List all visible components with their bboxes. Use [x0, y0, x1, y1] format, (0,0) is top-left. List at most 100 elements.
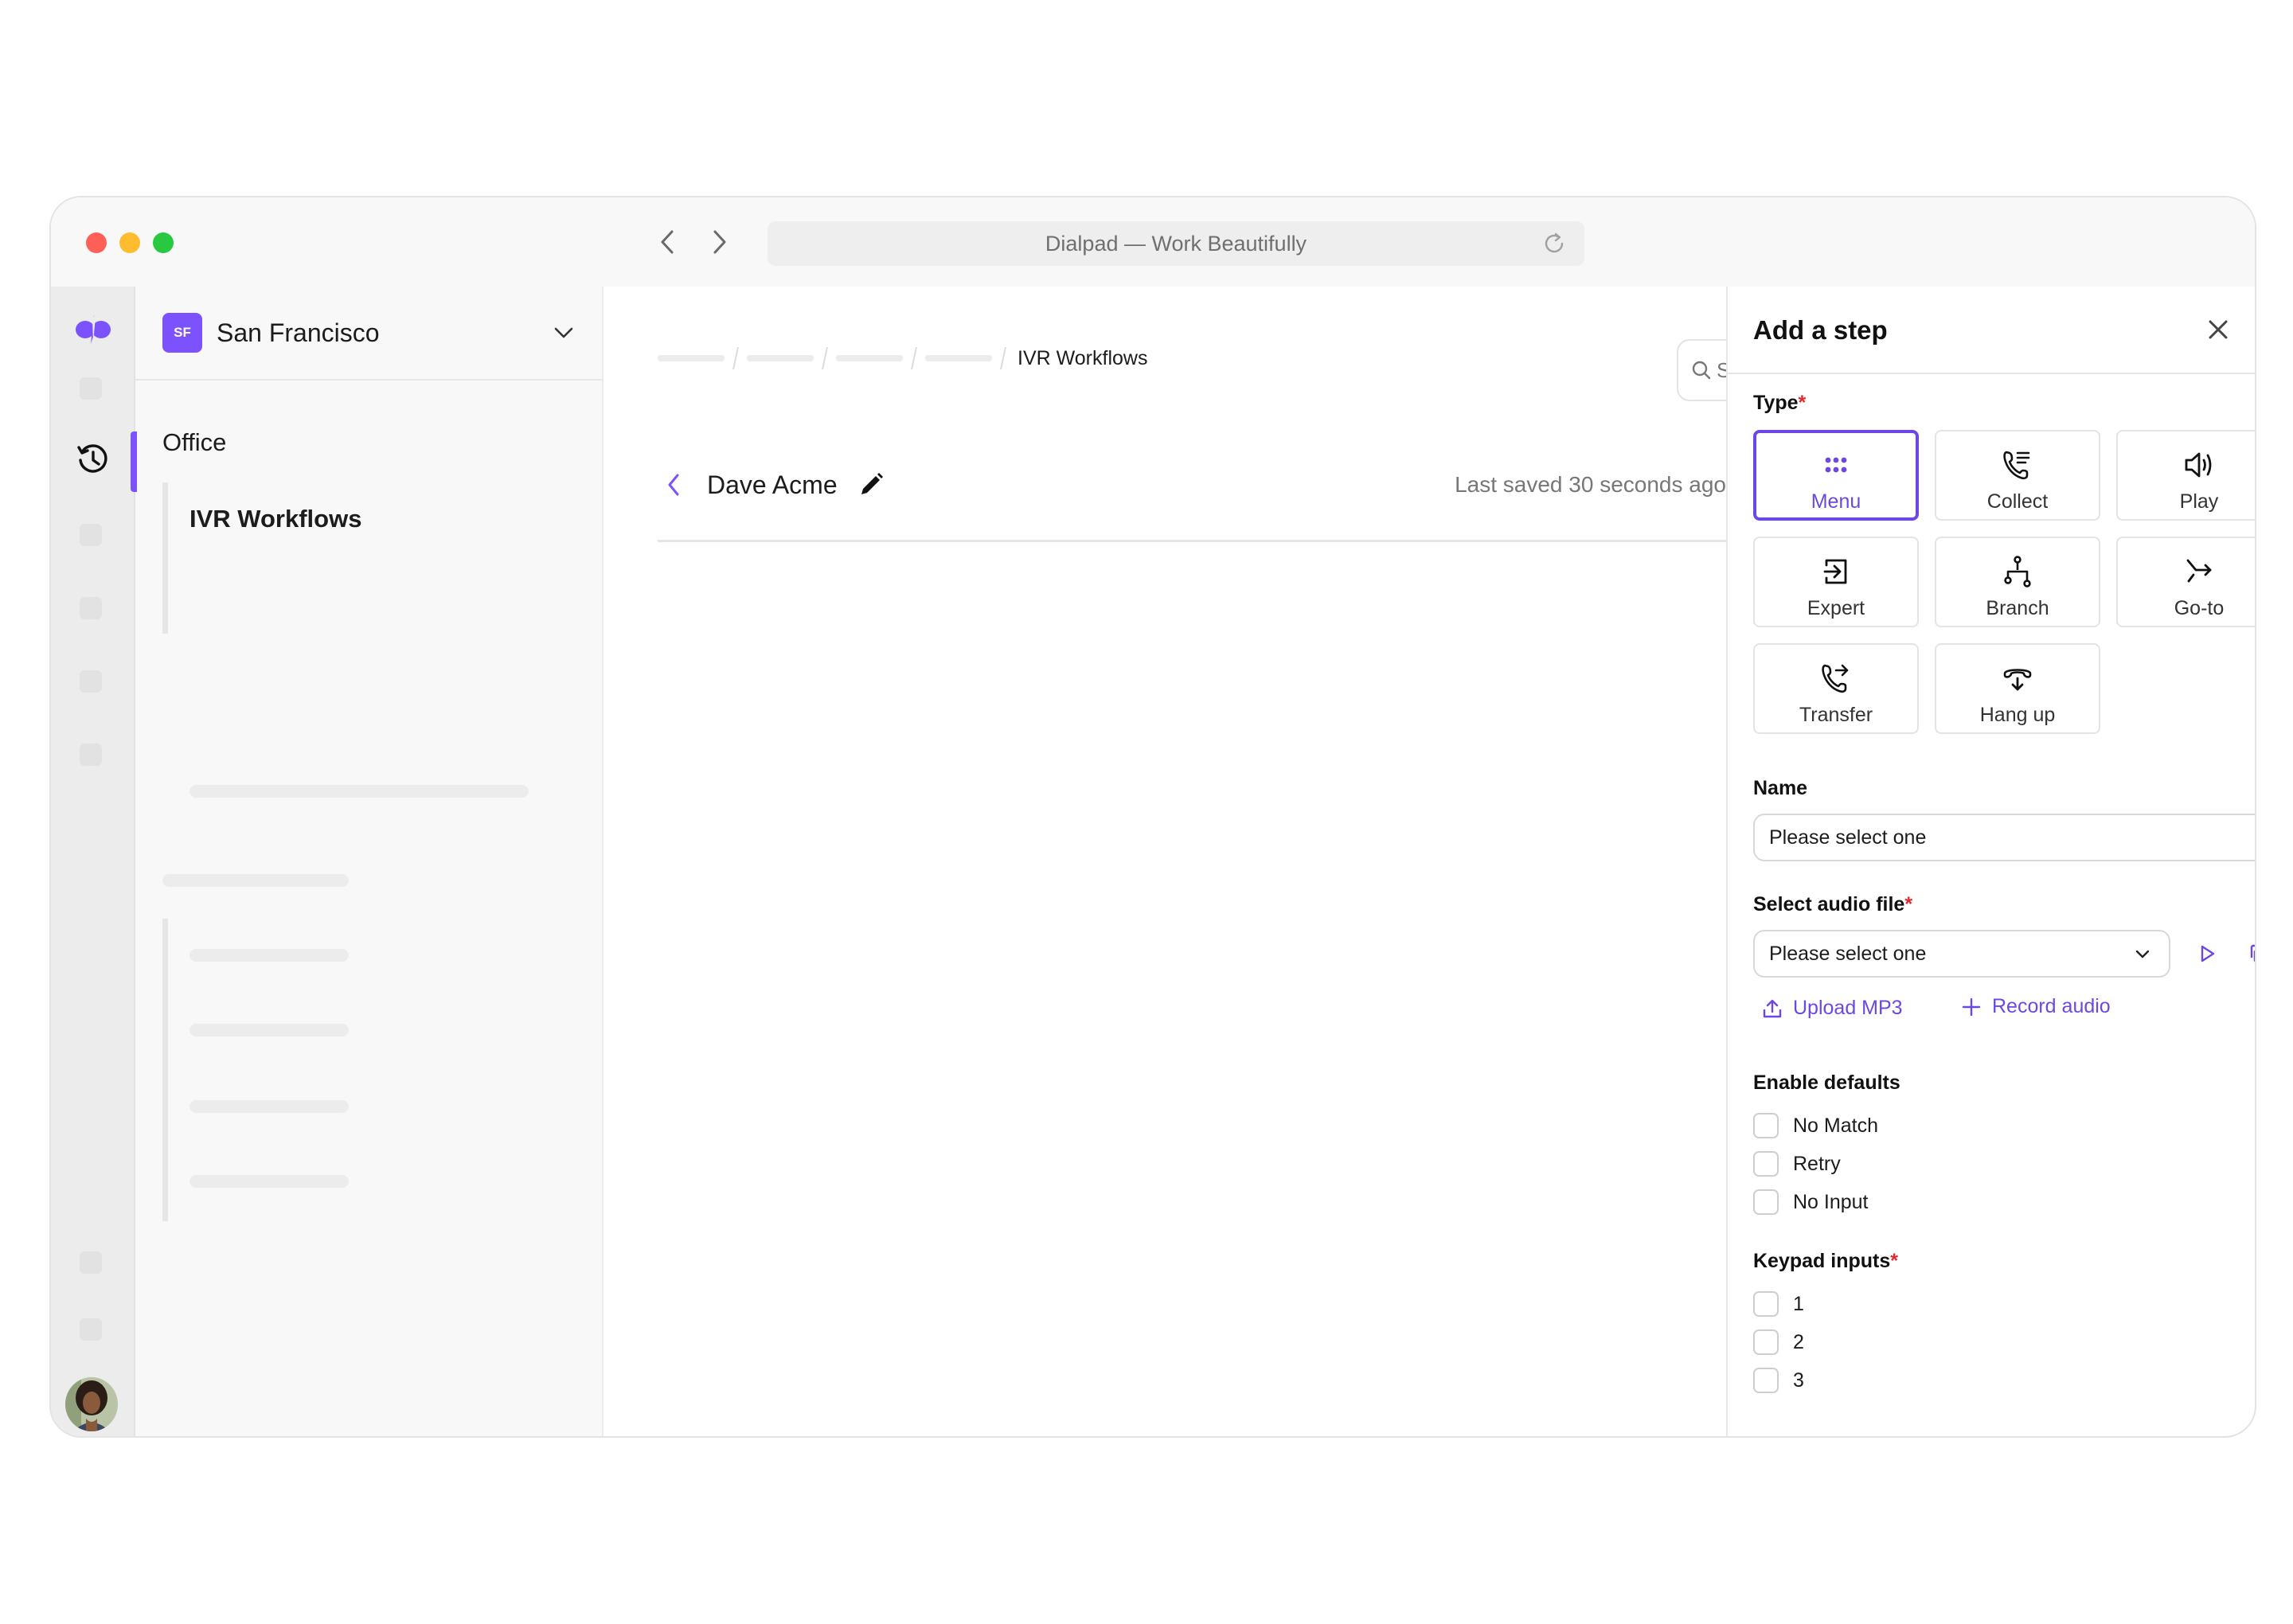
step-type-label: Branch: [1986, 597, 2049, 619]
reload-icon[interactable]: [1541, 231, 1567, 256]
search-icon: [1692, 361, 1711, 380]
checkbox-box[interactable]: [1753, 1151, 1779, 1177]
record-audio-link[interactable]: Record audio: [1960, 995, 2111, 1018]
maximize-window-button[interactable]: [153, 232, 174, 253]
step-type-transfer[interactable]: Transfer: [1753, 643, 1919, 734]
rail-placeholder-icon[interactable]: [80, 1251, 102, 1274]
minimize-window-button[interactable]: [119, 232, 140, 253]
browser-back-button[interactable]: [651, 226, 683, 258]
panel-header: Add a step: [1728, 287, 2255, 374]
step-type-hang-up[interactable]: Hang up: [1935, 643, 2100, 734]
step-type-expert[interactable]: Expert: [1753, 537, 1919, 627]
checkbox-keypad-2[interactable]: 2: [1753, 1329, 1804, 1355]
step-type-play[interactable]: Play: [2116, 430, 2255, 521]
name-field-value: Please select one: [1769, 826, 1927, 849]
checkbox-retry[interactable]: Retry: [1753, 1151, 1841, 1177]
step-type-label: Collect: [1986, 490, 2049, 513]
chevron-right-icon: [713, 230, 726, 254]
active-nav-indicator: [131, 431, 137, 492]
breadcrumb-placeholder[interactable]: [925, 355, 992, 361]
rail-placeholder-icon[interactable]: [80, 744, 102, 766]
chevron-left-icon: [668, 474, 679, 496]
breadcrumb-placeholder[interactable]: [836, 355, 903, 361]
step-type-label: Go-to: [2174, 597, 2225, 619]
user-avatar[interactable]: [65, 1377, 118, 1431]
tree-guide-line: [162, 482, 168, 634]
step-type-label: Menu: [1811, 490, 1861, 513]
branch-icon: [2004, 556, 2031, 588]
type-label-text: Type: [1753, 392, 1799, 414]
chevron-left-icon: [661, 230, 674, 254]
breadcrumb: IVR Workflows: [658, 342, 1147, 374]
upload-icon: [1763, 999, 1782, 1017]
browser-window: Dialpad — Work Beautifully SF San Franci…: [49, 196, 2256, 1438]
sidebar-item-ivr-workflows[interactable]: IVR Workflows: [189, 505, 361, 533]
close-window-button[interactable]: [86, 232, 107, 253]
step-type-label: Hang up: [1979, 704, 2056, 726]
breadcrumb-separator: [992, 347, 1014, 369]
section-title: Office: [162, 428, 227, 456]
speaker-icon: [2185, 452, 2212, 478]
header-divider: [658, 540, 1726, 542]
step-type-label: Play: [2179, 490, 2219, 513]
record-audio-label: Record audio: [1992, 995, 2111, 1017]
address-bar[interactable]: Dialpad — Work Beautifully: [768, 221, 1584, 266]
checkbox-no-input[interactable]: No Input: [1753, 1189, 1869, 1215]
rail-placeholder-icon[interactable]: [80, 377, 102, 400]
step-type-branch[interactable]: Branch: [1935, 537, 2100, 627]
audio-file-select-value: Please select one: [1769, 942, 1927, 965]
type-label: Type*: [1753, 392, 1806, 415]
last-saved-status: Last saved 30 seconds ago: [1455, 472, 1726, 497]
step-type-collect[interactable]: Collect: [1935, 430, 2100, 521]
play-icon: [2201, 945, 2215, 962]
play-audio-button[interactable]: [2191, 938, 2223, 970]
step-type-go-to[interactable]: Go-to: [2116, 537, 2255, 627]
checkbox-box[interactable]: [1753, 1291, 1779, 1317]
step-type-menu[interactable]: Menu: [1753, 430, 1919, 521]
close-icon[interactable]: [2204, 315, 2232, 344]
history-icon[interactable]: [76, 443, 110, 476]
checkbox-box[interactable]: [1753, 1189, 1779, 1215]
upload-mp3-link[interactable]: Upload MP3: [1761, 997, 1903, 1020]
checkbox-keypad-3[interactable]: 3: [1753, 1368, 1804, 1393]
rail-placeholder-icon[interactable]: [80, 1318, 102, 1341]
audio-file-select[interactable]: Please select one: [1753, 930, 2170, 978]
browser-forward-button[interactable]: [704, 226, 736, 258]
add-step-panel: Add a step Type* Menu Collect Play Exper…: [1726, 287, 2255, 1436]
main-content: IVR Workflows Dave Acme Last saved 30 se…: [604, 287, 1772, 1436]
rail-placeholder-icon[interactable]: [80, 597, 102, 619]
chevron-down-icon: [2135, 950, 2150, 958]
breadcrumb-placeholder[interactable]: [747, 355, 814, 361]
enable-defaults-label: Enable defaults: [1753, 1072, 1900, 1094]
name-field[interactable]: Please select one: [1753, 814, 2255, 861]
workspace-badge: SF: [162, 313, 202, 353]
checkbox-box[interactable]: [1753, 1113, 1779, 1138]
checkbox-label: 1: [1793, 1292, 1804, 1315]
breadcrumb-placeholder[interactable]: [658, 355, 725, 361]
checkbox-box[interactable]: [1753, 1368, 1779, 1393]
audio-file-label-text: Select audio file: [1753, 893, 1905, 915]
rail-placeholder-icon[interactable]: [80, 524, 102, 546]
checkbox-label: Retry: [1793, 1152, 1841, 1175]
rail-placeholder-icon[interactable]: [80, 670, 102, 693]
checkbox-no-match[interactable]: No Match: [1753, 1113, 1878, 1138]
name-label: Name: [1753, 777, 1808, 799]
tree-guide-line: [162, 919, 168, 1221]
breadcrumb-separator: [725, 347, 747, 369]
keypad-inputs-label: Keypad inputs*: [1753, 1250, 1898, 1273]
browser-titlebar: Dialpad — Work Beautifully: [51, 197, 2255, 287]
dialpad-logo-icon[interactable]: [75, 314, 111, 345]
step-type-label: Transfer: [1799, 704, 1873, 726]
workflow-header: Dave Acme Last saved 30 seconds ago: [658, 462, 1726, 508]
step-type-label: Expert: [1807, 597, 1865, 619]
workflow-title: Dave Acme: [707, 470, 838, 499]
skeleton-item: [189, 1100, 349, 1113]
plus-icon: [1962, 997, 1981, 1016]
pencil-icon[interactable]: [857, 470, 885, 499]
back-button[interactable]: [658, 469, 689, 501]
workspace-switcher[interactable]: SF San Francisco: [135, 287, 602, 381]
copy-audio-button[interactable]: [2242, 938, 2255, 970]
checkbox-box[interactable]: [1753, 1329, 1779, 1355]
checkbox-keypad-1[interactable]: 1: [1753, 1291, 1804, 1317]
breadcrumb-separator: [903, 347, 925, 369]
